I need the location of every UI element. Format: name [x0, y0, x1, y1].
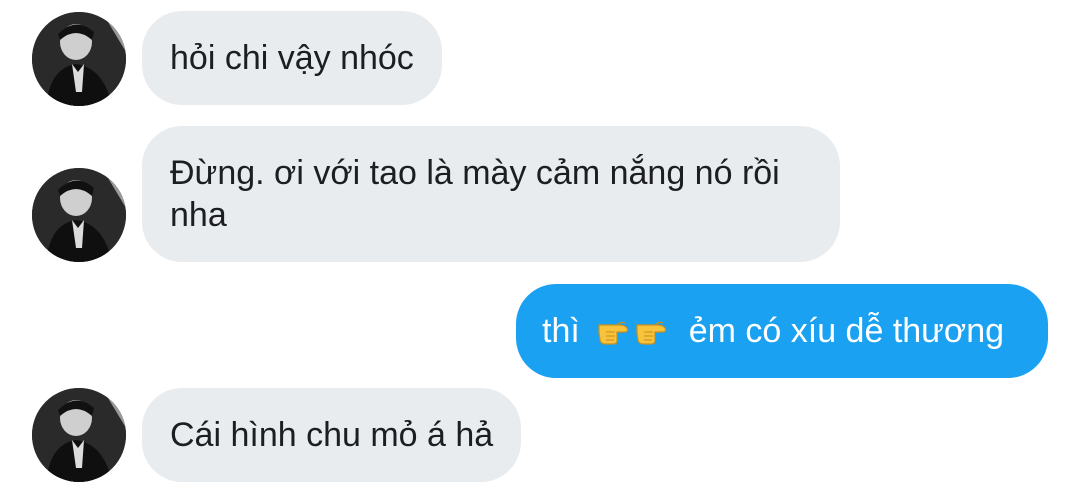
- message-text: hỏi chi vậy nhóc: [170, 39, 414, 77]
- backhand-index-pointing-right-icon: [635, 315, 671, 345]
- message-text: Cái hình chu mỏ á hả: [170, 416, 494, 454]
- backhand-index-pointing-right-icon: [597, 315, 633, 345]
- message-bubble-incoming[interactable]: hỏi chi vậy nhóc: [142, 11, 442, 105]
- profile-photo-icon: [32, 388, 126, 482]
- message-text: Đừng. ơi với tao là mày cảm nắng nó rồi …: [170, 154, 780, 234]
- profile-photo-icon: [32, 12, 126, 106]
- profile-photo-icon: [32, 168, 126, 262]
- message-text: ẻm có xíu dễ thương: [688, 312, 1005, 350]
- message-text: thì: [542, 312, 580, 350]
- message-bubble-outgoing[interactable]: thì ẻm có xíu dễ thương: [516, 284, 1048, 378]
- message-bubble-incoming[interactable]: Đừng. ơi với tao là mày cảm nắng nó rồi …: [142, 126, 840, 262]
- avatar[interactable]: [32, 12, 126, 106]
- message-bubble-incoming[interactable]: Cái hình chu mỏ á hả: [142, 388, 522, 482]
- avatar[interactable]: [32, 388, 126, 482]
- avatar[interactable]: [32, 168, 126, 262]
